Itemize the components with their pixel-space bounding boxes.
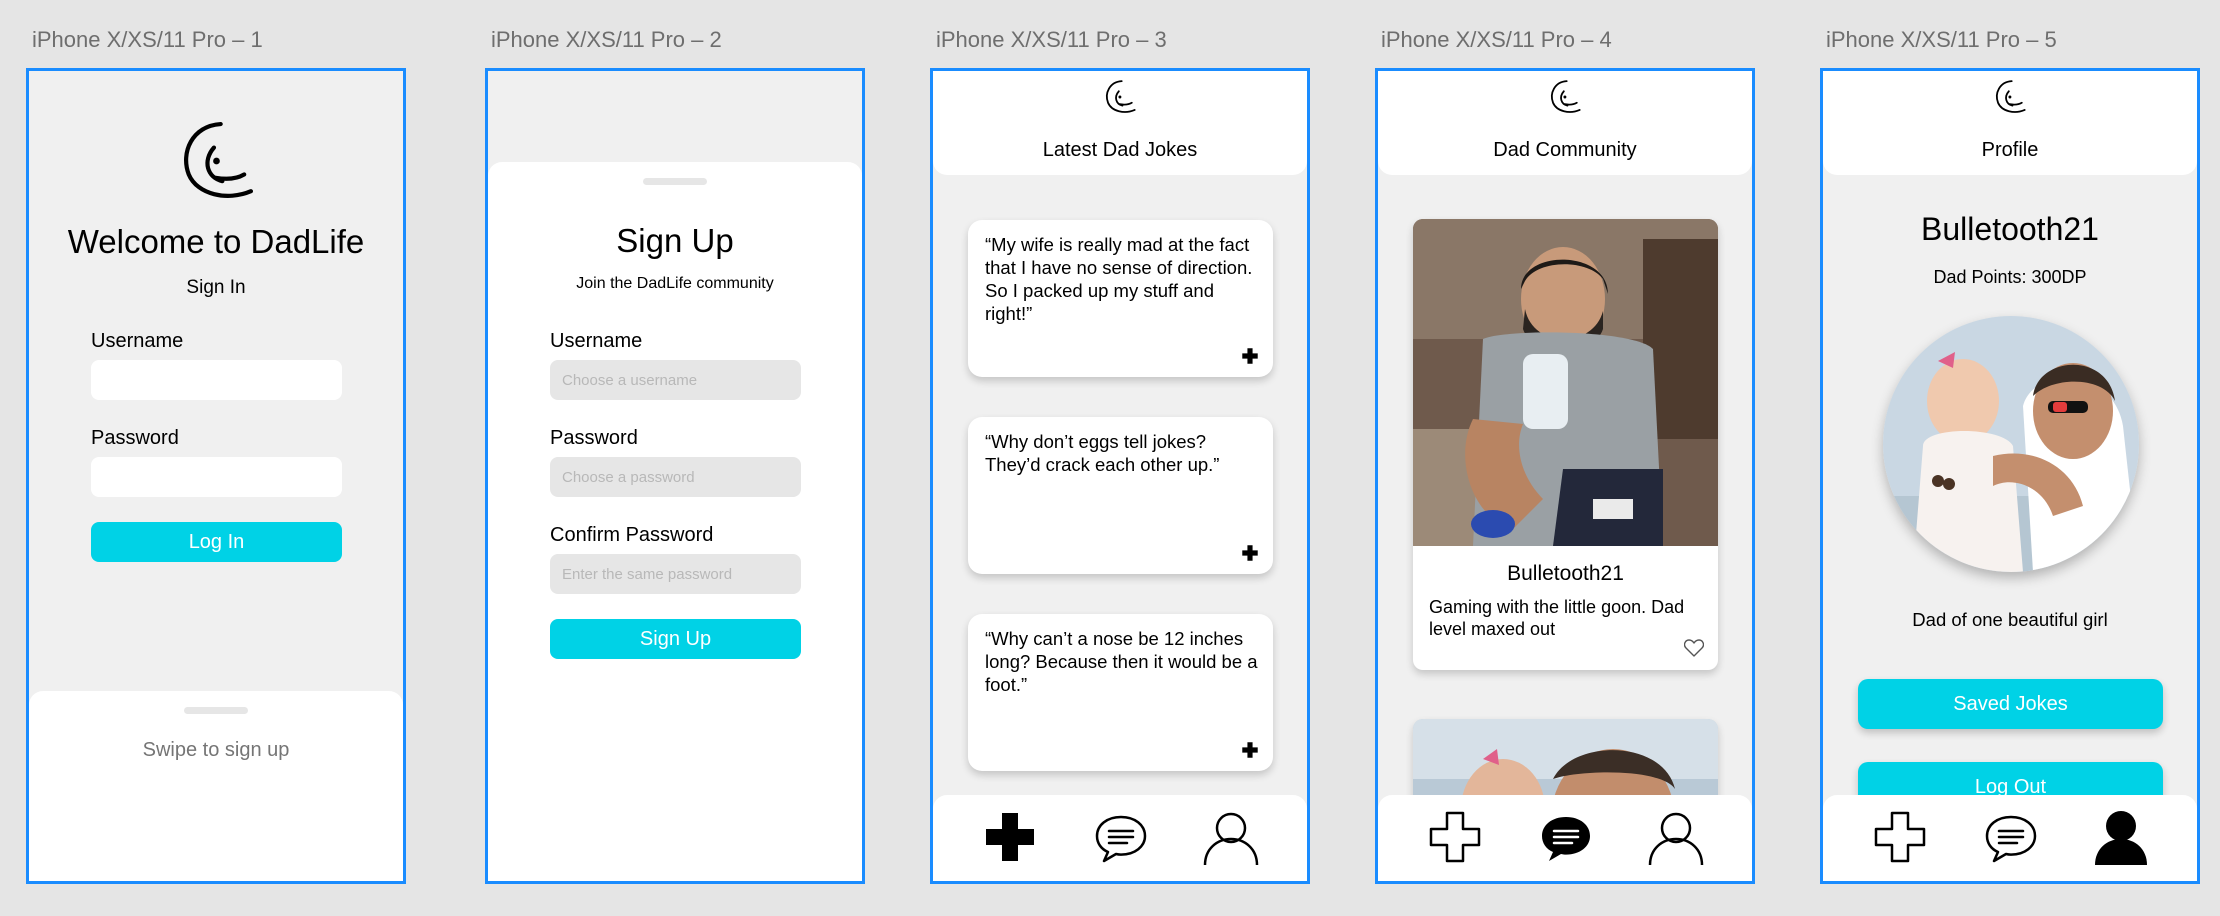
screen-sign-up: Sign Up Join the DadLife community Usern…	[485, 68, 865, 884]
swipe-to-sign-up-text: Swipe to sign up	[142, 739, 290, 761]
tab-profile[interactable]	[1648, 809, 1704, 865]
page-title: Latest Dad Jokes	[1042, 139, 1198, 161]
joke-text: “My wife is really mad at the fact that …	[985, 234, 1253, 324]
password-input[interactable]	[550, 457, 801, 497]
dadlife-logo-icon	[1103, 79, 1139, 115]
tab-jokes[interactable]	[982, 809, 1038, 865]
post-photo	[1413, 219, 1718, 546]
plus-icon	[1872, 809, 1928, 865]
app-header: Dad Community	[1378, 71, 1752, 175]
app-header: Profile	[1823, 71, 2197, 175]
avatar-photo	[1883, 316, 2139, 572]
tab-community[interactable]	[1538, 809, 1594, 865]
password-label: Password	[91, 427, 179, 449]
tab-bar	[1823, 795, 2197, 881]
welcome-title: Welcome to DadLife	[67, 223, 365, 260]
save-joke-plus-icon[interactable]	[1241, 741, 1259, 759]
dadlife-logo-icon	[177, 119, 261, 203]
tab-jokes[interactable]	[1427, 809, 1483, 865]
log-in-button[interactable]: Log In	[91, 522, 342, 562]
profile-bio: Dad of one beautiful girl	[1912, 609, 2108, 630]
tab-jokes[interactable]	[1872, 809, 1928, 865]
sign-up-swipe-sheet[interactable]: Swipe to sign up	[29, 691, 403, 881]
artboard-label-5: iPhone X/XS/11 Pro – 5	[1826, 27, 2057, 52]
sign-up-subtitle: Join the DadLife community	[576, 275, 774, 292]
sheet-handle[interactable]	[184, 707, 248, 714]
confirm-password-label: Confirm Password	[550, 524, 714, 546]
person-icon	[1203, 809, 1259, 865]
joke-card: “Why don’t eggs tell jokes? They’d crack…	[968, 417, 1273, 574]
profile-username: Bulletooth21	[1921, 211, 2099, 247]
tab-profile[interactable]	[1203, 809, 1259, 865]
sign-up-title: Sign Up	[616, 222, 734, 259]
tab-bar	[1378, 795, 1752, 881]
person-icon	[1648, 809, 1704, 865]
tab-profile[interactable]	[2093, 809, 2149, 865]
sheet-handle[interactable]	[643, 178, 707, 185]
speech-bubble-icon	[1538, 809, 1594, 865]
artboard-label-2: iPhone X/XS/11 Pro – 2	[491, 27, 722, 52]
password-label: Password	[550, 427, 638, 449]
tab-community[interactable]	[1983, 809, 2039, 865]
post-card: Bulletooth21 Gaming with the little goon…	[1413, 219, 1718, 670]
dad-points: Dad Points: 300DP	[1933, 267, 2087, 287]
plus-icon	[982, 809, 1038, 865]
username-input[interactable]	[91, 360, 342, 400]
saved-jokes-button[interactable]: Saved Jokes	[1858, 679, 2163, 729]
screen-jokes: Latest Dad Jokes “My wife is really mad …	[930, 68, 1310, 884]
artboard-label-4: iPhone X/XS/11 Pro – 4	[1381, 27, 1612, 52]
screen-community: Dad Community Bulletooth21 Gaming with t…	[1375, 68, 1755, 884]
plus-icon	[1427, 809, 1483, 865]
artboard-label-1: iPhone X/XS/11 Pro – 1	[32, 27, 263, 52]
artboard-label-3: iPhone X/XS/11 Pro – 3	[936, 27, 1167, 52]
sign-up-sheet: Sign Up Join the DadLife community Usern…	[488, 162, 862, 881]
page-title: Profile	[1981, 139, 2039, 161]
username-label: Username	[550, 330, 643, 352]
confirm-password-input[interactable]	[550, 554, 801, 594]
joke-card: “Why can’t a nose be 12 inches long? Bec…	[968, 614, 1273, 771]
sign-in-subtitle: Sign In	[186, 277, 246, 298]
person-icon	[2093, 809, 2149, 865]
screen-profile: Profile Bulletooth21 Dad Points: 300DP D…	[1820, 68, 2200, 884]
save-joke-plus-icon[interactable]	[1241, 347, 1259, 365]
joke-card: “My wife is really mad at the fact that …	[968, 220, 1273, 377]
screen-sign-in: Welcome to DadLife Sign In Username Pass…	[26, 68, 406, 884]
post-username[interactable]: Bulletooth21	[1413, 562, 1718, 586]
speech-bubble-icon	[1093, 809, 1149, 865]
password-input[interactable]	[91, 457, 342, 497]
heart-icon[interactable]	[1684, 639, 1704, 657]
username-input[interactable]	[550, 360, 801, 400]
joke-text: “Why don’t eggs tell jokes? They’d crack…	[985, 431, 1220, 475]
save-joke-plus-icon[interactable]	[1241, 544, 1259, 562]
speech-bubble-icon	[1983, 809, 2039, 865]
username-label: Username	[91, 330, 184, 352]
tab-bar	[933, 795, 1307, 881]
dadlife-logo-icon	[1548, 79, 1584, 115]
joke-text: “Why can’t a nose be 12 inches long? Bec…	[985, 628, 1258, 695]
post-caption: Gaming with the little goon. Dad level m…	[1429, 597, 1685, 639]
avatar	[1883, 316, 2139, 572]
page-title: Dad Community	[1493, 139, 1637, 161]
tab-community[interactable]	[1093, 809, 1149, 865]
app-header: Latest Dad Jokes	[933, 71, 1307, 175]
dadlife-logo-icon	[1993, 79, 2029, 115]
sign-up-button[interactable]: Sign Up	[550, 619, 801, 659]
